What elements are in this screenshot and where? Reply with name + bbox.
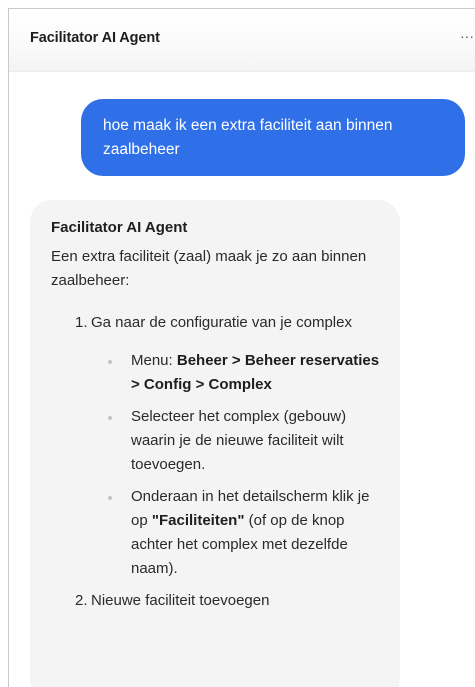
step-text: Ga naar de configuratie van je complex: [91, 314, 352, 331]
bullet-prefix: Selecteer het complex (gebouw) waarin je…: [131, 408, 347, 473]
bullet-item: Onderaan in het detailscherm klik je op …: [91, 485, 380, 581]
more-horizontal-icon[interactable]: ···: [460, 28, 474, 44]
steps-list: 1. Ga naar de configuratie van je comple…: [51, 311, 380, 613]
step-item: 2. Nieuwe faciliteit toevoegen: [51, 589, 380, 613]
bullet-item: Selecteer het complex (gebouw) waarin je…: [91, 405, 380, 477]
step-bullets: Menu: Beheer > Beheer reservaties > Conf…: [91, 349, 380, 581]
bullet-item: Menu: Beheer > Beheer reservaties > Conf…: [91, 349, 380, 397]
step-text: Nieuwe faciliteit toevoegen: [91, 592, 270, 609]
step-number: 2.: [75, 592, 88, 609]
agent-name: Facilitator AI Agent: [51, 219, 188, 236]
agent-intro: Een extra faciliteit (zaal) maak je zo a…: [51, 248, 367, 289]
bullet-prefix: Menu:: [131, 352, 177, 369]
chat-header: Facilitator AI Agent ···: [9, 9, 475, 72]
step-item: 1. Ga naar de configuratie van je comple…: [51, 311, 380, 581]
user-message: hoe maak ik een extra faciliteit aan bin…: [81, 99, 465, 176]
bullet-bold: "Faciliteiten": [151, 512, 245, 529]
chat-title: Facilitator AI Agent: [30, 30, 160, 46]
chat-panel: Facilitator AI Agent ··· hoe maak ik een…: [8, 8, 475, 687]
step-number: 1.: [75, 314, 88, 331]
agent-message: Facilitator AI Agent Een extra facilitei…: [30, 200, 400, 687]
